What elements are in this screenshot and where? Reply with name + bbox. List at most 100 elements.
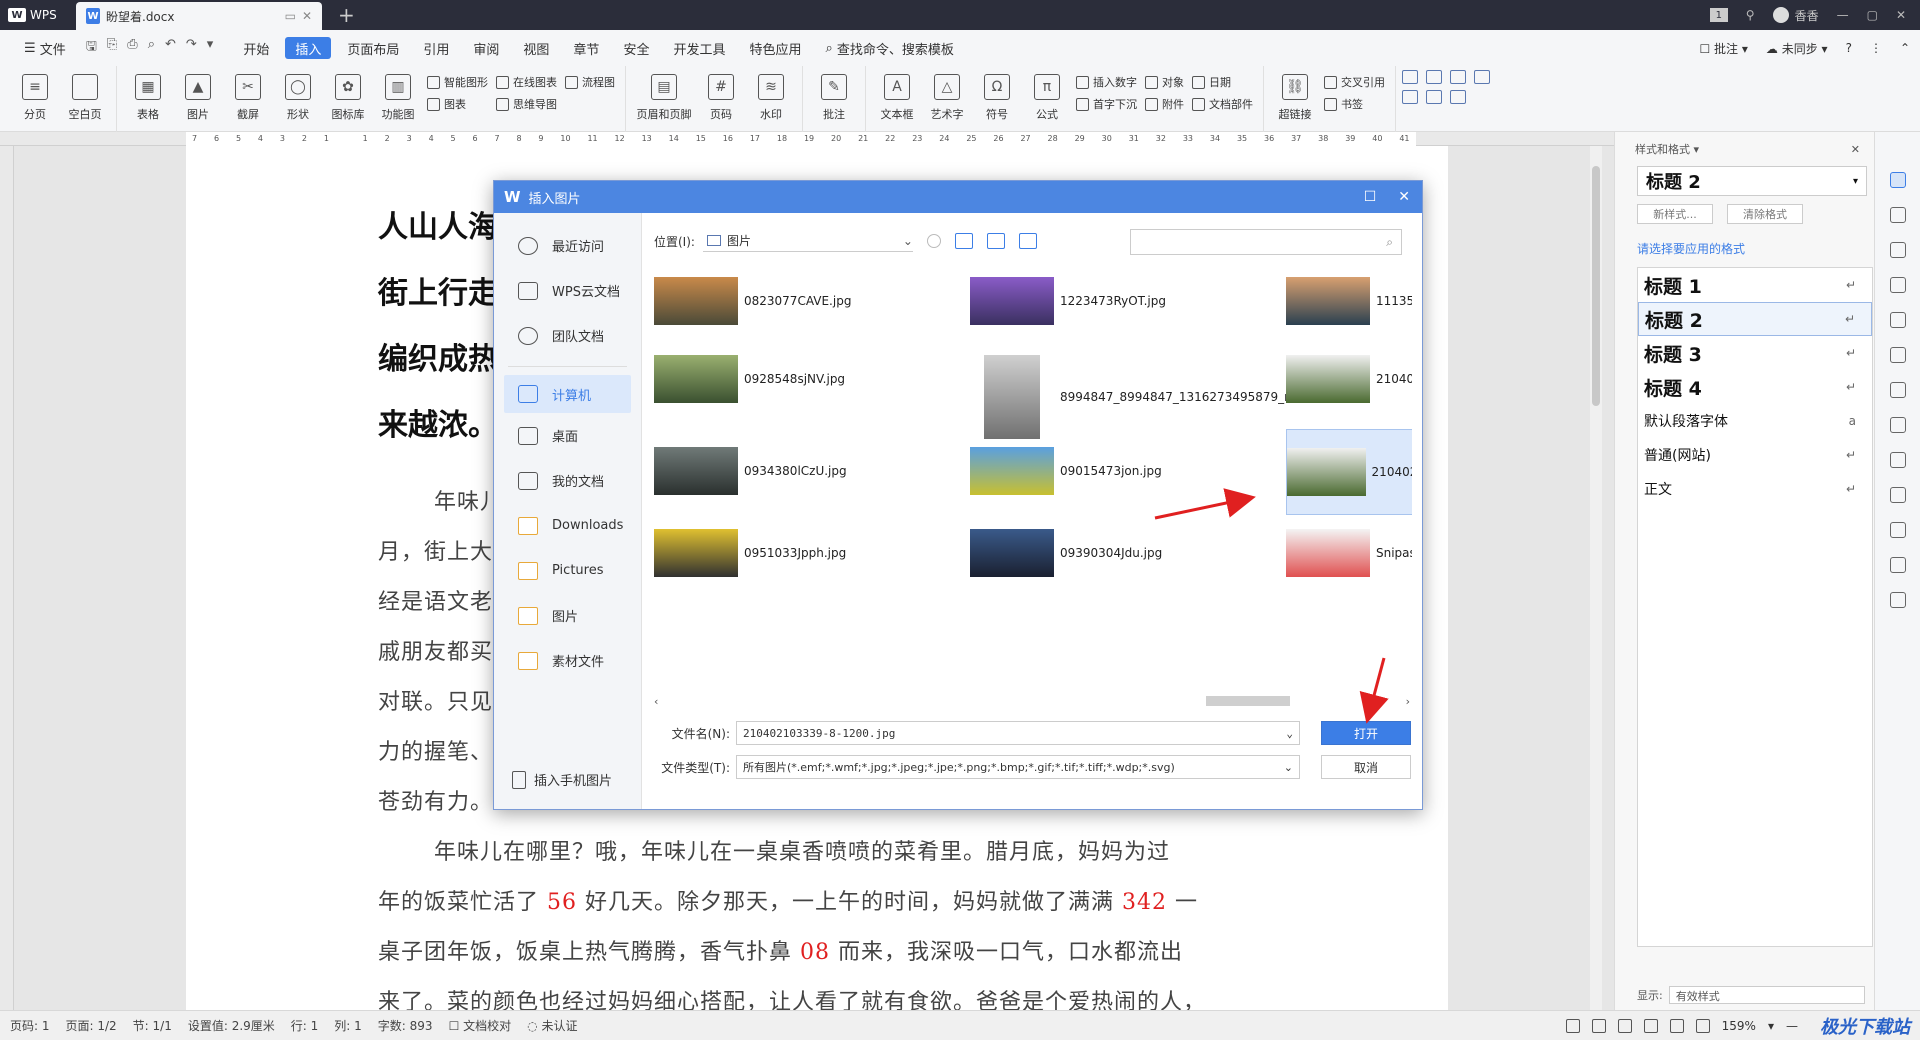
property-icon[interactable]: [1889, 277, 1906, 293]
style-item[interactable]: 标题 3 ↵: [1638, 336, 1872, 370]
status-setting[interactable]: 设置值: 2.9厘米: [188, 1017, 275, 1034]
dialog-close-icon[interactable]: ✕: [1398, 189, 1410, 205]
status-row[interactable]: 行: 1: [291, 1017, 319, 1034]
maximize-icon[interactable]: ▢: [1867, 8, 1878, 22]
styles-pane-icon[interactable]: [1889, 172, 1906, 188]
format-painter-icon[interactable]: ⎘: [107, 37, 117, 59]
zoom-dropdown-icon[interactable]: ▾: [1768, 1019, 1774, 1033]
panel-close-icon[interactable]: ✕: [1851, 143, 1860, 156]
nav-wps-cloud[interactable]: WPS云文档: [494, 268, 641, 313]
layout-icon[interactable]: [1426, 90, 1442, 104]
tab-insert[interactable]: 插入: [285, 37, 332, 59]
clear-format-button[interactable]: 清除格式: [1727, 204, 1803, 224]
styles-panel-title[interactable]: 样式和格式 ▾: [1635, 141, 1699, 157]
horizontal-ruler[interactable]: 7 6 5 4 3 2 1 1 2 3 4 5 6 7 8 9 10 11 12 13 14 15 16 17 18 19 20 21…: [0, 132, 1614, 146]
view-mode-icon[interactable]: [1018, 233, 1037, 249]
doc-parts-button[interactable]: 文档部件: [1192, 96, 1253, 112]
chart-button[interactable]: 图表: [427, 96, 488, 112]
nav-my-documents[interactable]: 我的文档: [494, 458, 641, 503]
tab-special[interactable]: 特色应用: [737, 30, 813, 66]
page-number-button[interactable]: # 页码: [696, 74, 746, 122]
translate-icon[interactable]: [1889, 382, 1906, 398]
tab-view[interactable]: 视图: [511, 30, 561, 66]
function-chart-button[interactable]: ▥ 功能图: [373, 74, 423, 122]
file-item[interactable]: 0823077CAVE.jpg: [654, 277, 851, 325]
flowchart-button[interactable]: 流程图: [565, 74, 615, 90]
document-scrollbar[interactable]: [1590, 146, 1602, 1010]
style-item[interactable]: 标题 4 ↵: [1638, 370, 1872, 404]
show-filter-select[interactable]: 有效样式: [1668, 986, 1865, 1004]
formula-button[interactable]: π 公式: [1022, 74, 1072, 122]
screenshot-button[interactable]: ✂ 截屏: [223, 74, 273, 122]
file-item[interactable]: 09390304Jdu.jpg: [970, 529, 1162, 577]
tab-page-layout[interactable]: 页面布局: [335, 30, 411, 66]
adjust-icon[interactable]: [1889, 347, 1906, 363]
nav-recent[interactable]: 最近访问: [494, 223, 641, 268]
new-style-button[interactable]: 新样式...: [1637, 204, 1713, 224]
shape-pane-icon[interactable]: [1889, 242, 1906, 258]
mind-map-button[interactable]: 思维导图: [496, 96, 557, 112]
cancel-button[interactable]: 取消: [1321, 755, 1411, 779]
help-pane-icon[interactable]: [1889, 592, 1906, 608]
file-item[interactable]: 1113508: [1286, 277, 1412, 325]
nav-downloads[interactable]: Downloads: [494, 503, 641, 548]
close-window-icon[interactable]: ✕: [1896, 8, 1906, 22]
comment-button[interactable]: ☐ 批注 ▾: [1699, 40, 1747, 57]
back-icon[interactable]: [926, 234, 941, 248]
status-word-count[interactable]: 字数: 893: [378, 1017, 433, 1034]
zoom-level[interactable]: 159%: [1722, 1019, 1756, 1033]
file-item[interactable]: 0928548sjNV.jpg: [654, 355, 845, 403]
vertical-ruler[interactable]: [0, 146, 14, 1010]
new-tab-plus-icon[interactable]: +: [338, 3, 355, 27]
tab-float-icon[interactable]: ▭: [285, 9, 296, 23]
insert-mobile-picture[interactable]: 插入手机图片: [512, 770, 612, 789]
undo-icon[interactable]: ↶: [165, 37, 176, 59]
status-column[interactable]: 列: 1: [334, 1017, 362, 1034]
wordart-button[interactable]: △ 艺术字: [922, 74, 972, 122]
scrollbar-thumb[interactable]: [1592, 166, 1600, 406]
layout-icon[interactable]: [1402, 90, 1418, 104]
layout-icon[interactable]: [1450, 90, 1466, 104]
hyperlink-button[interactable]: ⛓ 超链接: [1270, 74, 1320, 122]
file-item[interactable]: 09015473jon.jpg: [970, 447, 1162, 495]
nav-materials[interactable]: 素材文件: [494, 638, 641, 683]
nav-pictures[interactable]: Pictures: [494, 548, 641, 593]
status-page[interactable]: 页码: 1: [10, 1017, 50, 1034]
style-item[interactable]: 正文 ↵: [1638, 472, 1872, 506]
style-item[interactable]: 普通(网站) ↵: [1638, 438, 1872, 472]
symbol-button[interactable]: Ω 符号: [972, 74, 1022, 122]
fullscreen-icon[interactable]: [1565, 1019, 1580, 1033]
header-footer-button[interactable]: ▤ 页眉和页脚: [632, 74, 696, 122]
user-menu[interactable]: 香香: [1772, 7, 1819, 24]
style-item[interactable]: 标题 2 ↵: [1638, 302, 1872, 336]
tab-developer[interactable]: 开发工具: [661, 30, 737, 66]
zoom-out-icon[interactable]: —: [1786, 1019, 1798, 1033]
minimize-icon[interactable]: —: [1837, 8, 1849, 22]
page-count-badge[interactable]: 1: [1709, 8, 1728, 22]
table-pane-icon[interactable]: [1889, 312, 1906, 328]
insert-number-button[interactable]: 插入数字: [1076, 74, 1137, 90]
tab-security[interactable]: 安全: [611, 30, 661, 66]
command-search[interactable]: ⌕ 查找命令、搜索模板: [813, 30, 965, 66]
skin-icon[interactable]: ⚲: [1746, 8, 1755, 22]
filename-input[interactable]: 210402103339-8-1200.jpg ⌄: [736, 721, 1300, 745]
comment-insert-button[interactable]: ✎ 批注: [809, 74, 859, 122]
page-view-icon[interactable]: [1617, 1019, 1632, 1033]
status-section[interactable]: 节: 1/1: [133, 1017, 172, 1034]
select-icon[interactable]: [1889, 207, 1906, 223]
document-tab[interactable]: W 盼望着.docx ▭ ✕: [76, 2, 322, 30]
tab-chapter[interactable]: 章节: [561, 30, 611, 66]
tab-review[interactable]: 审阅: [461, 30, 511, 66]
file-item[interactable]: Snipaste: [1286, 529, 1412, 577]
file-grid-scrollbar[interactable]: ‹ ›: [650, 693, 1414, 709]
layout-icon[interactable]: [1474, 70, 1490, 84]
sync-button[interactable]: ☁ 未同步 ▾: [1766, 40, 1828, 57]
tab-home[interactable]: 开始: [231, 30, 281, 66]
file-item[interactable]: 2104021: [1286, 355, 1412, 403]
textbox-button[interactable]: A 文本框: [872, 74, 922, 122]
parent-folder-icon[interactable]: [954, 233, 973, 249]
bookmark-button[interactable]: 书签: [1324, 96, 1385, 112]
file-item[interactable]: 1223473RyOT.jpg: [970, 277, 1166, 325]
file-item[interactable]: 0951033Jpph.jpg: [654, 529, 846, 577]
smart-art-button[interactable]: 智能图形: [427, 74, 488, 90]
